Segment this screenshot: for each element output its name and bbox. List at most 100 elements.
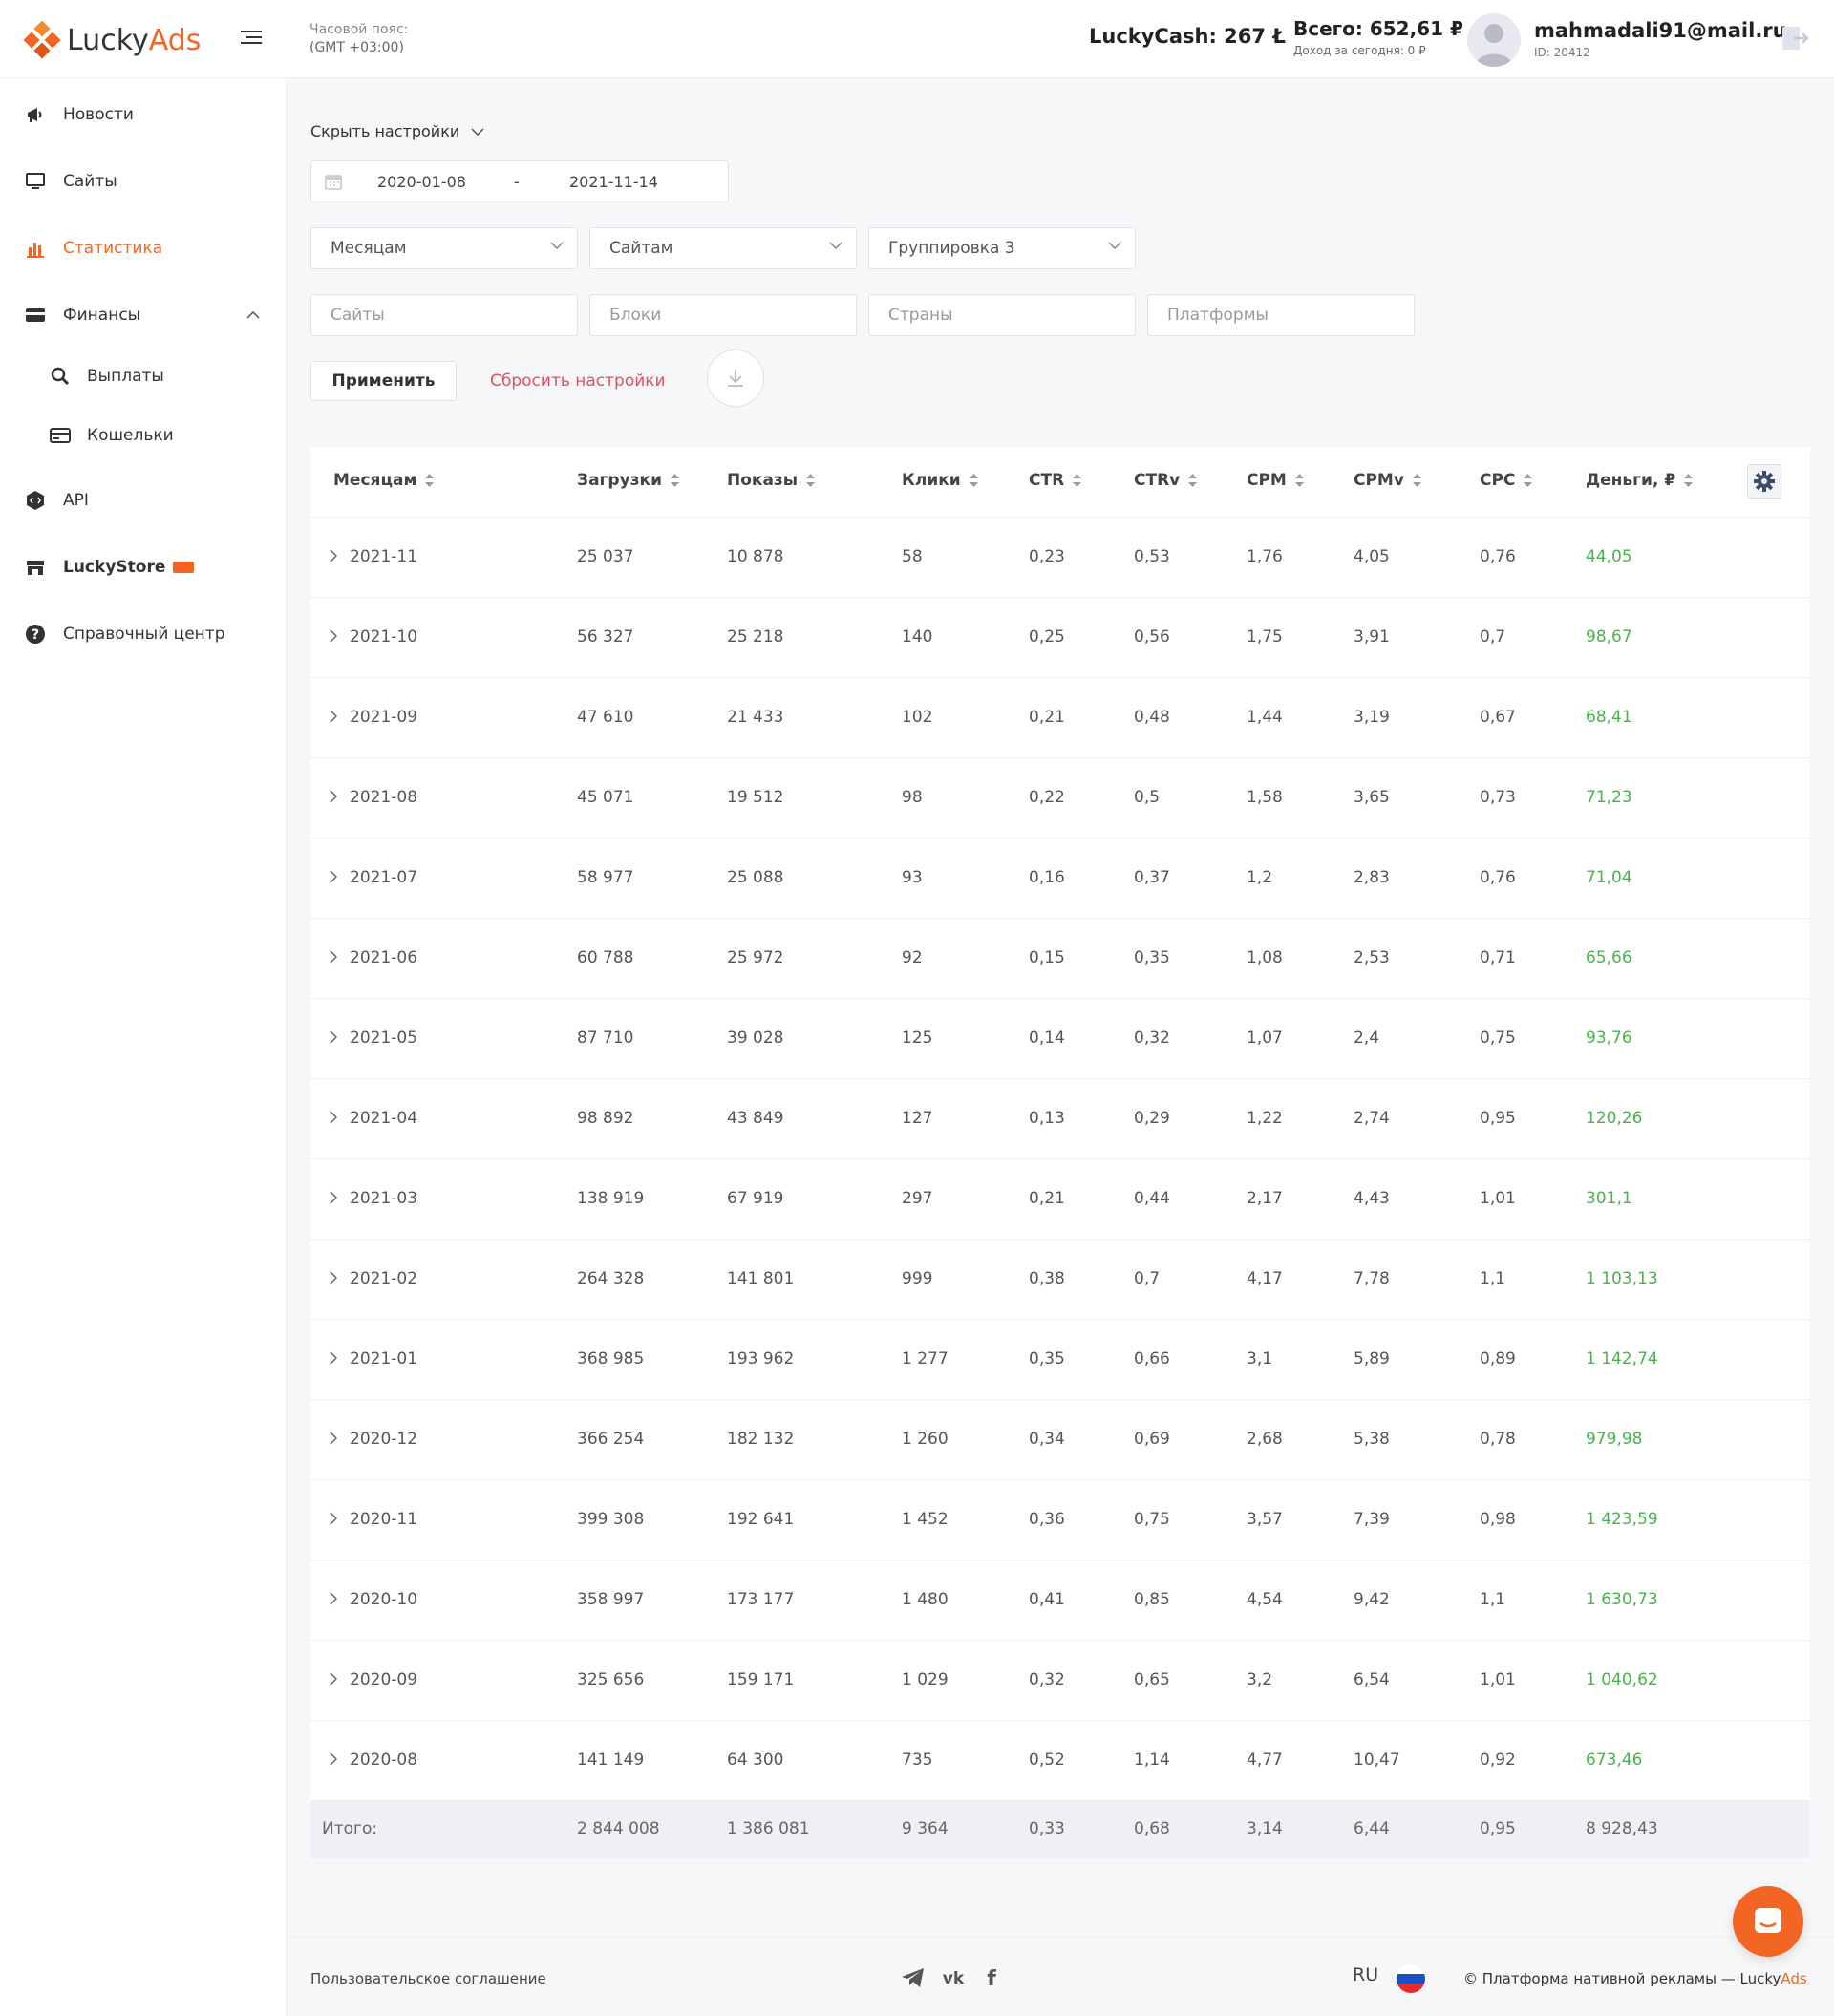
sidebar-item-label: Справочный центр [63,625,225,644]
table-row[interactable]: 2020-08 141 149 64 300 735 0,52 1,14 4,77 10,47… [310,1721,1810,1801]
table-row[interactable]: 2021-04 98 892 43 849 127 0,13 0,29 1,22 2,74 0,… [310,1079,1810,1159]
hide-settings-toggle[interactable]: Скрыть настройки [310,122,484,140]
vk-icon[interactable]: vk [940,1964,967,1991]
sidebar-item-payouts[interactable]: Выплаты [0,351,287,401]
chevron-right-icon[interactable] [330,790,337,803]
telegram-icon[interactable] [900,1964,927,1991]
chevron-right-icon[interactable] [330,1111,337,1124]
russia-flag-icon[interactable] [1397,1964,1425,1993]
table-cell-col-impressions: 193 962 [727,1349,795,1369]
sidebar-item-wallets[interactable]: Кошельки [0,411,287,460]
table-row[interactable]: 2021-03 138 919 67 919 297 0,21 0,44 2,17 4,43 1… [310,1159,1810,1240]
table-cell-col-cpc: 0,76 [1480,547,1516,566]
table-row[interactable]: 2021-06 60 788 25 972 92 0,15 0,35 1,08 2,53 0,7… [310,919,1810,999]
table-cell-col-impressions: 21 433 [727,708,784,727]
chevron-right-icon[interactable] [330,950,337,964]
logout-icon[interactable] [1781,23,1811,53]
table-cell-col-ctrv: 0,48 [1134,708,1170,727]
menu-toggle-icon[interactable] [241,27,262,48]
table-row[interactable]: 2021-11 25 037 10 878 58 0,23 0,53 1,76 4,05 0,7… [310,518,1810,598]
chat-widget-button[interactable] [1733,1886,1803,1957]
table-cell-col-cpc: 0,75 [1480,1029,1516,1048]
chevron-right-icon[interactable] [330,1592,337,1605]
download-button[interactable] [707,350,764,407]
table-row[interactable]: 2020-12 366 254 182 132 1 260 0,34 0,69 2,68 5,… [310,1400,1810,1480]
column-header-col-cpm[interactable]: CPM [1247,471,1305,490]
sidebar-item-sites[interactable]: Сайты [0,157,287,206]
sidebar-item-label: Сайты [63,172,117,191]
logo[interactable]: LuckyAds [23,21,201,59]
column-header-col-money[interactable]: Деньги, ₽ [1586,471,1694,490]
table-row[interactable]: 2021-01 368 985 193 962 1 277 0,35 0,66 3,1 5,8… [310,1320,1810,1400]
chevron-right-icon[interactable] [330,1752,337,1766]
table-row[interactable]: 2020-11 399 308 192 641 1 452 0,36 0,75 3,57 7,… [310,1480,1810,1560]
user-agreement-link[interactable]: Пользовательское соглашение [310,1970,546,1987]
chevron-right-icon[interactable] [330,1271,337,1284]
sidebar-item-help[interactable]: ? Справочный центр [0,609,287,659]
table-cell-col-clicks: 140 [902,627,933,647]
date-range-picker[interactable]: 2020-01-08 - 2021-11-14 [310,160,729,202]
table-cell-col-cpmv: 4,05 [1354,547,1390,566]
table-cell-col-impressions: 25 218 [727,627,784,647]
table-row[interactable]: 2020-10 358 997 173 177 1 480 0,41 0,85 4,54 9,… [310,1560,1810,1641]
chevron-right-icon[interactable] [330,1672,337,1686]
table-cell-col-money: 44,05 [1586,547,1632,566]
sidebar-item-statistics[interactable]: Статистика [0,223,287,273]
table-cell-col-impressions: 159 171 [727,1670,795,1689]
sites-filter-input[interactable] [310,294,578,336]
table-row[interactable]: 2021-07 58 977 25 088 93 0,16 0,37 1,2 2,83 0,76… [310,838,1810,919]
language-switcher[interactable]: RU [1353,1964,1378,1985]
column-header-col-ctrv[interactable]: CTRv [1134,471,1198,490]
chevron-right-icon[interactable] [330,549,337,562]
chevron-right-icon[interactable] [330,1191,337,1204]
sidebar-item-news[interactable]: Новости [0,90,287,139]
table-cell-col-cpmv: 2,74 [1354,1109,1390,1128]
table-row[interactable]: 2021-05 87 710 39 028 125 0,14 0,32 1,07 2,4 0,7… [310,999,1810,1079]
chevron-right-icon[interactable] [330,1030,337,1044]
sidebar-item-api[interactable]: API [0,476,287,525]
table-cell-col-ctrv: 0,32 [1134,1029,1170,1048]
column-header-col-cpmv[interactable]: CPMv [1354,471,1422,490]
table-cell-col-money: 98,67 [1586,627,1632,647]
facebook-icon[interactable]: f [978,1964,1005,1991]
table-row[interactable]: 2020-09 325 656 159 171 1 029 0,32 0,65 3,2 6,5… [310,1641,1810,1721]
group-by-2-select[interactable]: Сайтам [589,227,857,269]
table-cell-col-cpm: 3,2 [1247,1670,1273,1689]
chevron-right-icon[interactable] [330,1512,337,1525]
column-header-col-months[interactable]: Месяцам [333,471,435,490]
column-header-col-ctr[interactable]: CTR [1029,471,1082,490]
chevron-right-icon[interactable] [330,870,337,883]
sidebar-item-luckystore[interactable]: LuckyStore [0,542,287,592]
table-row[interactable]: 2021-08 45 071 19 512 98 0,22 0,5 1,58 3,65 0,73… [310,758,1810,838]
table-cell-col-months: 2021-06 [350,948,418,967]
chevron-right-icon[interactable] [330,629,337,643]
avatar[interactable] [1467,13,1521,67]
chevron-right-icon[interactable] [330,1351,337,1365]
reset-settings-link[interactable]: Сбросить настройки [490,371,666,391]
new-badge-icon [173,562,195,573]
table-row[interactable]: 2021-02 264 328 141 801 999 0,38 0,7 4,17 7,78 1… [310,1240,1810,1320]
group-by-3-select[interactable]: Группировка 3 [868,227,1136,269]
column-header-col-clicks[interactable]: Клики [902,471,979,490]
group-by-1-select[interactable]: Месяцам [310,227,578,269]
table-cell-col-cpc: 1,1 [1480,1590,1506,1609]
chevron-right-icon[interactable] [330,710,337,723]
column-header-col-impressions[interactable]: Показы [727,471,816,490]
table-cell-col-ctr: 0,21 [1029,1189,1065,1208]
column-header-col-cpc[interactable]: CPC [1480,471,1533,490]
platforms-filter-input[interactable] [1147,294,1415,336]
table-cell-col-loads: 264 328 [577,1269,645,1288]
chevron-right-icon[interactable] [330,1432,337,1445]
table-settings-button[interactable] [1747,464,1781,499]
user-info[interactable]: mahmadali91@mail.ru ID: 20412 [1534,19,1787,59]
table-cell-col-cpm: 4,77 [1247,1751,1283,1770]
sidebar-item-finance[interactable]: Финансы [0,290,287,340]
table-row[interactable]: 2021-09 47 610 21 433 102 0,21 0,48 1,44 3,19 0,… [310,678,1810,758]
table-row[interactable]: 2021-10 56 327 25 218 140 0,25 0,56 1,75 3,91 0,… [310,598,1810,678]
countries-filter-input[interactable] [868,294,1136,336]
table-cell-col-cpm: 1,75 [1247,627,1283,647]
apply-button[interactable]: Применить [310,361,457,401]
column-header-label: Месяцам [333,471,417,490]
blocks-filter-input[interactable] [589,294,857,336]
column-header-col-loads[interactable]: Загрузки [577,471,680,490]
